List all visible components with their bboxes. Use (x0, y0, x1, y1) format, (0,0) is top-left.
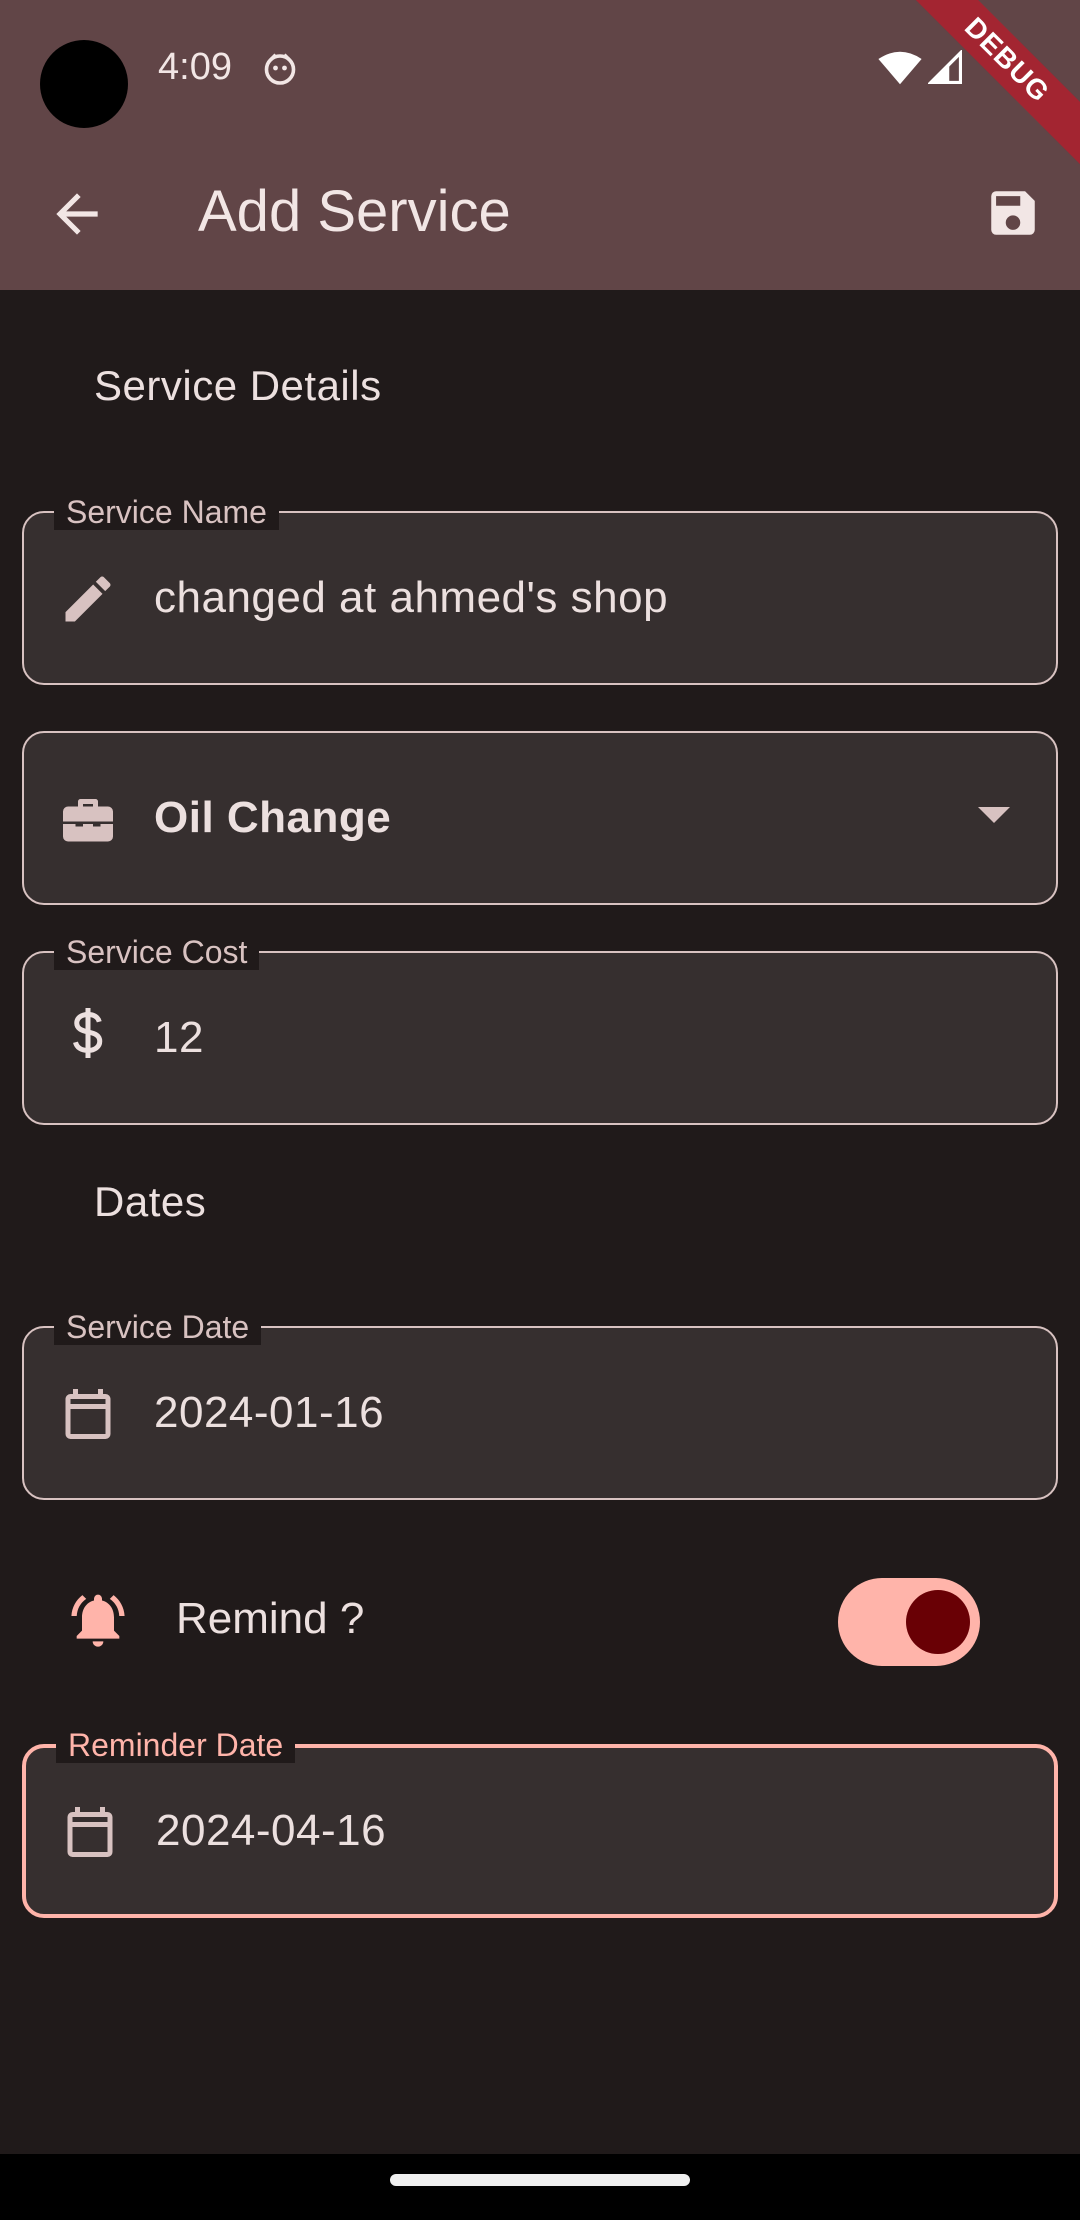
notification-icon (264, 53, 296, 85)
wifi-icon (878, 51, 922, 85)
remind-label: Remind ? (176, 1594, 365, 1643)
app-bar: 4:09 DEBUG Add Service (0, 0, 1080, 290)
service-type-dropdown[interactable]: Oil Change (22, 731, 1058, 905)
service-name-label: Service Name (54, 494, 279, 530)
status-time: 4:09 (158, 46, 232, 88)
service-name-field[interactable]: Service Name changed at ahmed's shop (22, 494, 1058, 685)
service-cost-field[interactable]: Service Cost 12 (22, 934, 1058, 1125)
remind-toggle[interactable] (838, 1578, 980, 1666)
home-indicator[interactable] (390, 2174, 690, 2186)
service-date-field[interactable]: Service Date 2024-01-16 (22, 1309, 1058, 1500)
service-date-value: 2024-01-16 (154, 1388, 385, 1437)
pencil-icon (65, 576, 111, 622)
reminder-date-label: Reminder Date (56, 1727, 296, 1763)
calendar-icon (67, 1807, 113, 1857)
front-camera (40, 40, 128, 128)
section-title-dates: Dates (94, 1178, 207, 1225)
toolbox-icon (63, 799, 113, 842)
back-arrow-icon[interactable] (46, 183, 108, 245)
toggle-knob (906, 1590, 970, 1654)
page-title: Add Service (198, 179, 511, 244)
service-cost-value: 12 (154, 1013, 204, 1062)
dropdown-arrow-icon (978, 807, 1010, 823)
service-date-label: Service Date (54, 1309, 262, 1345)
remind-row: Remind ? (0, 1560, 1080, 1680)
save-icon[interactable] (984, 184, 1042, 242)
system-nav-bar (0, 2154, 1080, 2220)
bell-ringing-icon (71, 1594, 125, 1647)
calendar-icon (65, 1389, 111, 1439)
debug-banner: DEBUG (888, 0, 1080, 179)
section-title-service-details: Service Details (94, 362, 382, 409)
service-cost-label: Service Cost (54, 934, 260, 970)
service-type-value: Oil Change (154, 793, 392, 842)
dollar-icon (73, 1008, 103, 1058)
signal-icon (928, 50, 962, 84)
reminder-date-value: 2024-04-16 (156, 1806, 387, 1855)
add-service-screen: 4:09 DEBUG Add Service Service Details S… (0, 0, 1080, 2220)
reminder-date-field[interactable]: Reminder Date 2024-04-16 (22, 1727, 1058, 1918)
service-name-value: changed at ahmed's shop (154, 573, 669, 622)
